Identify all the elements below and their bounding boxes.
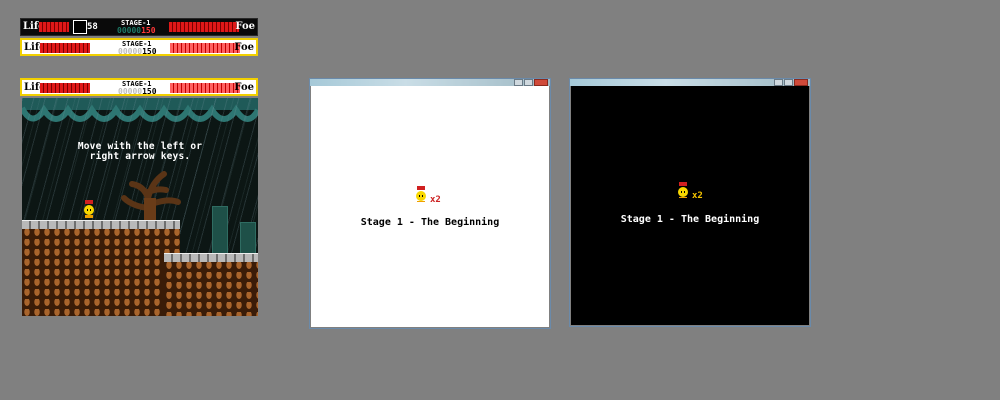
life-health-bar [40, 83, 90, 93]
score-value: 150 [142, 87, 157, 96]
gravestone [212, 206, 228, 256]
tutorial-text: Move with the left or right arrow keys. [22, 142, 258, 162]
minimize-button[interactable] [514, 79, 523, 86]
score-readout: 00000150 [117, 26, 156, 35]
stage-intro-window-white[interactable]: x2 Stage 1 - The Beginning [309, 78, 551, 329]
score-zeros: 00000 [117, 26, 142, 35]
dead-tree [121, 171, 181, 224]
tutorial-line-2: right arrow keys. [89, 151, 191, 162]
timer-readout: 58 [87, 22, 98, 32]
stone-ledge [22, 220, 180, 229]
game-viewport[interactable]: Move with the left or right arrow keys. [22, 98, 258, 316]
player-lives-icon [416, 186, 426, 202]
close-button[interactable] [534, 79, 548, 86]
item-box [73, 20, 87, 34]
foe-health-bar [170, 83, 240, 93]
foe-label: Foe [235, 21, 255, 32]
hud-bar-light: Life STAGE-1 00000150 Foe [20, 38, 258, 56]
score-readout: 00000150 [118, 87, 157, 96]
window-client: x2 Stage 1 - The Beginning [571, 86, 809, 325]
hud-bar-game: Life STAGE-1 00000150 Foe [20, 78, 258, 96]
stage-intro-window-black[interactable]: x2 Stage 1 - The Beginning [569, 78, 811, 327]
score-zeros: 00000 [118, 47, 143, 56]
life-health-bar [40, 43, 90, 53]
stage-title: Stage 1 - The Beginning [620, 214, 760, 225]
window-controls [514, 79, 548, 86]
foe-label: Foe [234, 42, 254, 53]
lives-count: x2 [692, 191, 703, 201]
lives-count: x2 [430, 195, 441, 205]
stage-title: Stage 1 - The Beginning [360, 217, 500, 228]
foe-health-bar [170, 43, 240, 53]
foe-label: Foe [234, 82, 254, 93]
life-health-bar [39, 22, 69, 32]
dirt-ground [22, 229, 180, 316]
stone-ledge [164, 253, 258, 262]
window-client: x2 Stage 1 - The Beginning [311, 86, 549, 327]
maximize-button[interactable] [784, 79, 793, 86]
close-button[interactable] [794, 79, 808, 86]
maximize-button[interactable] [524, 79, 533, 86]
score-readout: 00000150 [118, 47, 157, 56]
score-zeros: 00000 [118, 87, 143, 96]
player-lives-icon [678, 182, 688, 198]
hud-bar-dark: Life 58 STAGE-1 00000150 Foe [20, 18, 258, 36]
foe-health-bar [169, 22, 239, 32]
score-value: 150 [141, 26, 156, 35]
player-chick-icon [84, 200, 94, 218]
dirt-ground [164, 262, 258, 316]
gravestone [240, 222, 256, 256]
minimize-button[interactable] [774, 79, 783, 86]
score-value: 150 [142, 47, 157, 56]
window-controls [774, 79, 808, 86]
